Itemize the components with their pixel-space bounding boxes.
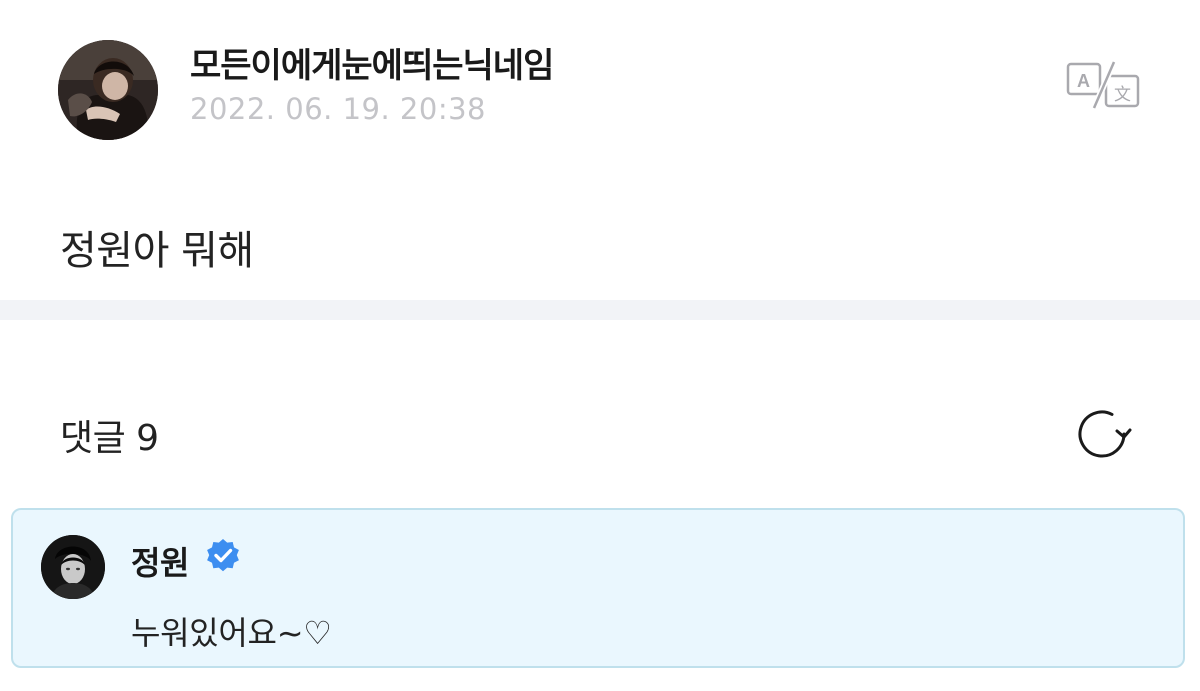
translate-icon: A 文 xyxy=(1066,60,1140,110)
author-avatar[interactable] xyxy=(58,40,158,140)
post-timestamp: 2022. 06. 19. 20:38 xyxy=(190,92,486,126)
profile-photo-image xyxy=(41,535,105,599)
section-divider xyxy=(0,300,1200,320)
post-author-name[interactable]: 모든이에게눈에띄는닉네임 xyxy=(190,38,554,87)
comment-item[interactable]: 정원 누워있어요~♡ xyxy=(11,508,1185,668)
refresh-comments-button[interactable] xyxy=(1072,404,1132,464)
post-body-text: 정원아 뭐해 xyxy=(60,228,254,274)
svg-text:A: A xyxy=(1077,71,1090,91)
comments-count-title: 댓글 9 xyxy=(60,418,159,459)
commenter-avatar[interactable] xyxy=(41,535,105,599)
comment-text: 누워있어요~♡ xyxy=(131,614,332,652)
profile-photo-image xyxy=(58,40,158,140)
refresh-icon xyxy=(1078,410,1132,458)
commenter-name[interactable]: 정원 xyxy=(131,538,189,584)
svg-text:文: 文 xyxy=(1114,85,1131,105)
translate-button[interactable]: A 文 xyxy=(1066,60,1140,110)
verified-badge-icon xyxy=(207,539,239,572)
post-screen: 모든이에게눈에띄는닉네임 2022. 06. 19. 20:38 A 文 정원아… xyxy=(0,0,1200,691)
